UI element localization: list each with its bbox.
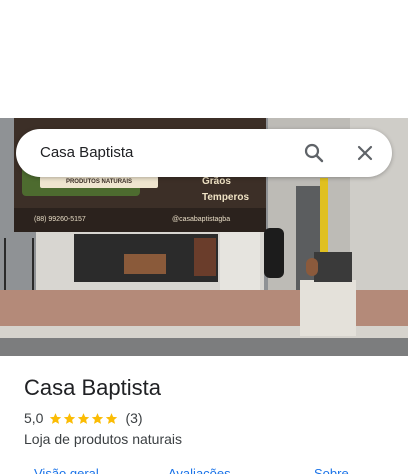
motorcycle bbox=[264, 228, 284, 278]
clay-pot bbox=[306, 258, 318, 276]
rating-value: 5,0 bbox=[24, 410, 44, 426]
sign-brand-text: PRODUTOS NATURAIS bbox=[40, 176, 158, 188]
search-icon[interactable] bbox=[302, 141, 326, 165]
tab-overview[interactable]: Visão geral bbox=[34, 466, 99, 474]
place-title: Casa Baptista bbox=[24, 375, 161, 400]
star-icon bbox=[78, 412, 90, 424]
rating-row[interactable]: 5,0 (3) bbox=[24, 409, 143, 427]
search-input[interactable]: Casa Baptista bbox=[40, 144, 133, 162]
star-icon bbox=[106, 412, 118, 424]
star-icon bbox=[50, 412, 62, 424]
place-category[interactable]: Loja de produtos naturais bbox=[24, 431, 182, 447]
star-icon bbox=[64, 412, 76, 424]
star-icon bbox=[92, 412, 104, 424]
storefront-pillar bbox=[220, 232, 260, 294]
railing bbox=[4, 238, 34, 294]
sign-word-grains: Grãos bbox=[202, 176, 231, 187]
tab-about[interactable]: Sobre bbox=[314, 466, 349, 474]
sign-word-spices: Temperos bbox=[202, 192, 250, 203]
review-count[interactable]: (3) bbox=[125, 410, 142, 426]
close-icon[interactable] bbox=[353, 141, 377, 165]
crate bbox=[314, 252, 352, 282]
tab-reviews[interactable]: Avaliações bbox=[168, 466, 231, 474]
place-info-panel: Casa Baptista 5,0 (3) Loja de produtos n… bbox=[0, 356, 408, 474]
road bbox=[0, 338, 408, 356]
sign-instagram: @casabaptistagba bbox=[172, 216, 231, 223]
search-bar[interactable]: Casa Baptista bbox=[16, 129, 392, 177]
star-rating bbox=[49, 412, 119, 425]
place-tabs: Visão geral Avaliações Sobre bbox=[0, 466, 408, 474]
sign-phone: (88) 99260-5157 bbox=[34, 216, 86, 223]
product-shelf bbox=[124, 254, 166, 274]
product-shelf-side bbox=[194, 238, 216, 276]
concrete-block bbox=[300, 280, 356, 336]
map-top-area bbox=[0, 0, 408, 118]
